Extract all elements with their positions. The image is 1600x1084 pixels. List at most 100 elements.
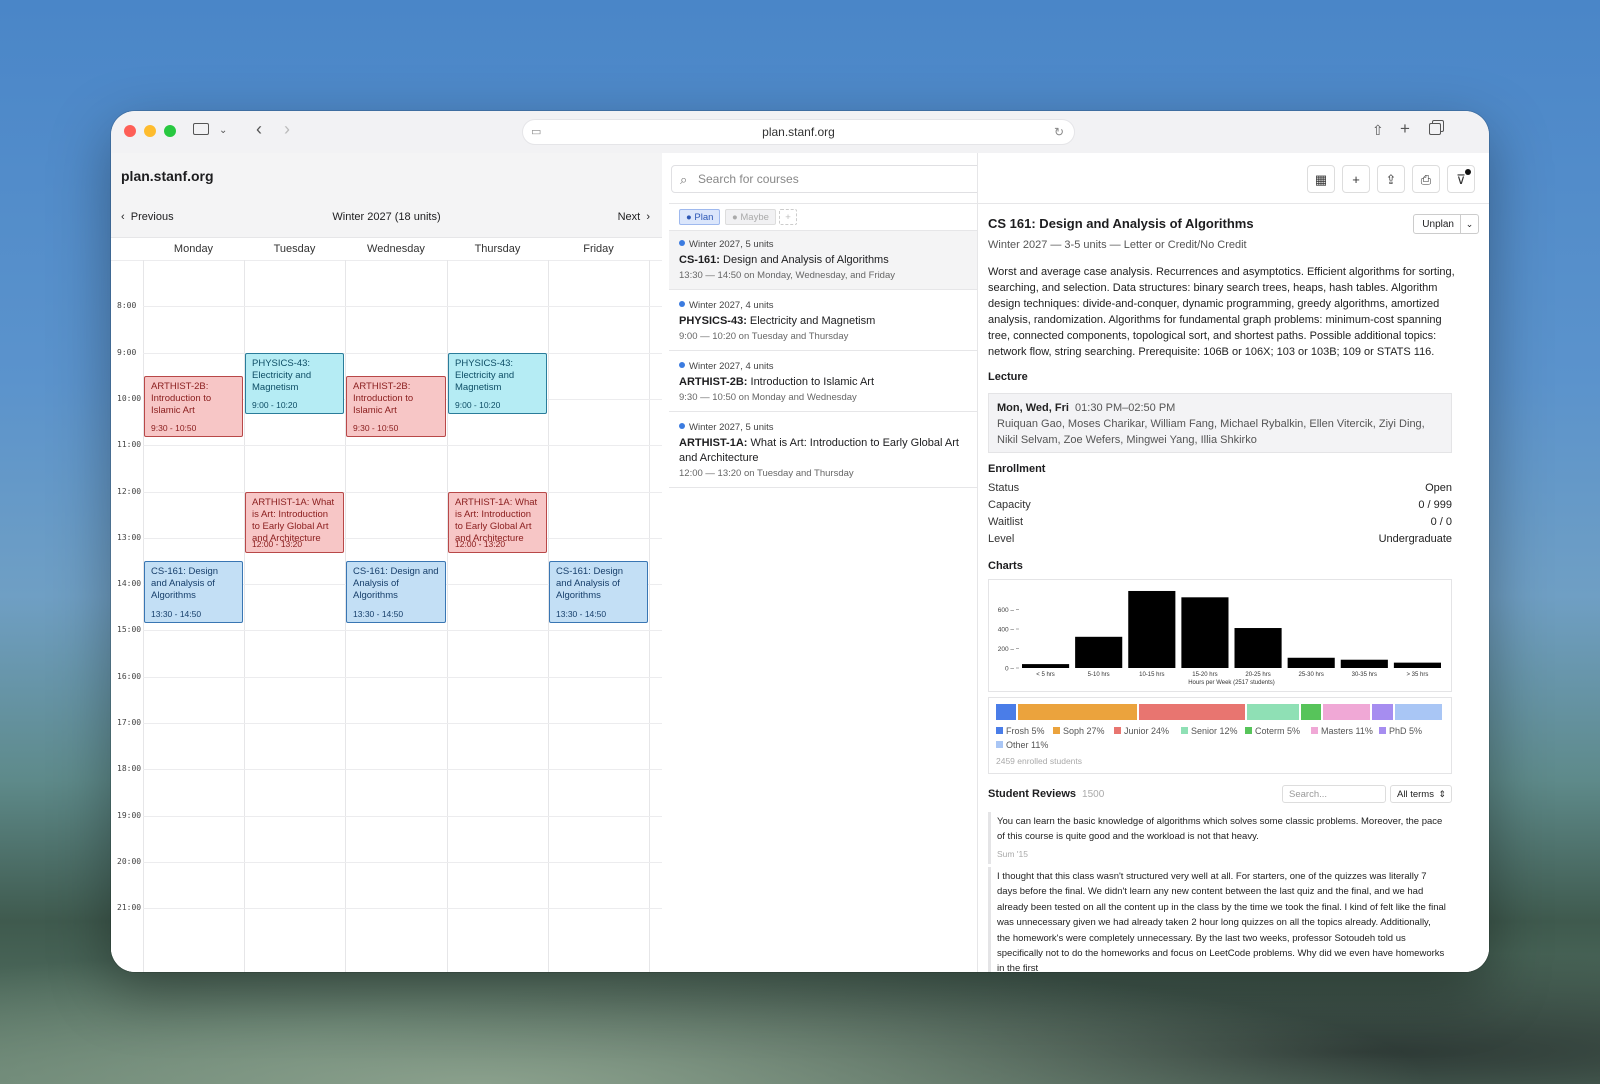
hours-per-week-chart: 0 – 200 – 400 – 600 – < 5 hrs 5-10 hrs 10-15 h…	[998, 590, 1441, 686]
maybe-filter-tab[interactable]: ● Maybe	[725, 209, 776, 225]
forward-icon[interactable]: ›	[284, 120, 290, 138]
calendar-event[interactable]: CS-161: Design and Analysis of Algorithm…	[346, 560, 446, 623]
search-icon: ⌕	[680, 172, 688, 187]
course-time: 9:00 — 10:20 on Tuesday and Thursday	[679, 331, 849, 342]
x-axis-label: Hours per Week (2517 students)	[1188, 680, 1275, 686]
hour-line	[143, 352, 662, 354]
hour-line	[143, 815, 662, 817]
close-window-button[interactable]	[124, 125, 136, 137]
legend-swatch	[1181, 727, 1188, 734]
legend-item: Masters 11%	[1311, 726, 1373, 736]
plan-label: Plan	[694, 212, 714, 223]
minimize-window-button[interactable]	[144, 125, 156, 137]
course-title: Electricity and Magnetism	[746, 315, 876, 327]
legend-item: Soph 27%	[1053, 726, 1105, 736]
event-title: PHYSICS-43: Electricity and Magnetism	[252, 357, 312, 393]
add-list-button[interactable]: +	[779, 209, 797, 225]
chevron-down-icon[interactable]: ⌄	[219, 123, 227, 139]
course-term: Winter 2027, 5 units	[679, 239, 967, 250]
sidebar-toggle-icon[interactable]	[193, 123, 209, 135]
site-settings-icon[interactable]: ▭	[531, 120, 541, 145]
enrollment-heading: Enrollment	[988, 463, 1046, 475]
calendar-event[interactable]: ARTHIST-1A: What is Art: Introduction to…	[245, 491, 344, 554]
zoom-window-button[interactable]	[164, 125, 176, 137]
legend-label: Junior 24%	[1124, 726, 1170, 736]
list-filters: ● Plan ● Maybe +	[669, 203, 977, 231]
hours-bar	[1022, 664, 1070, 668]
filter-icon[interactable]: ⊽	[1447, 165, 1475, 193]
plan-filter-tab[interactable]: ● Plan	[679, 209, 721, 225]
term-title: Winter 2027 (18 units)	[332, 211, 441, 223]
next-label: Next	[617, 211, 641, 223]
back-icon[interactable]: ‹	[256, 120, 262, 138]
event-title: CS-161: Design and Analysis of Algorithm…	[151, 565, 219, 601]
day-header: Thursday	[474, 243, 521, 255]
day-header: Wednesday	[367, 243, 425, 255]
time-label: 15:00	[117, 625, 142, 635]
time-label: 14:00	[117, 579, 142, 589]
calendar-event[interactable]: PHYSICS-43: Electricity and Magnetism 9:0…	[448, 352, 547, 415]
time-label: 12:00	[117, 486, 142, 496]
time-label: 16:00	[117, 671, 142, 681]
course-list-item[interactable]: Winter 2027, 5 units ARTHIST-1A: What is …	[669, 414, 977, 488]
time-label: 18:00	[117, 764, 142, 774]
hour-line	[143, 445, 662, 447]
course-detail: CS 161: Design and Analysis of Algorithm…	[976, 203, 1489, 972]
calendar-event[interactable]: PHYSICS-43: Electricity and Magnetism 9:0…	[245, 352, 344, 415]
legend-item: Coterm 5%	[1245, 726, 1300, 736]
calendar-panel: plan.stanf.org ‹ Previous Winter 2027 (1…	[111, 153, 662, 972]
legend-item: Other 11%	[996, 740, 1048, 750]
calendar-event[interactable]: CS-161: Design and Analysis of Algorithm…	[549, 560, 648, 623]
url-text: plan.stanf.org	[762, 125, 835, 139]
tab-overview-icon[interactable]	[1429, 123, 1441, 135]
course-name: PHYSICS-43: Electricity and Magnetism	[679, 314, 967, 329]
lecture-box: Mon, Wed, Fri 01:30 PM–02:50 PM Ruiquan …	[988, 393, 1452, 453]
legend-label: Frosh 5%	[1006, 726, 1045, 736]
add-icon[interactable]: +	[1342, 165, 1370, 193]
hour-line	[143, 537, 662, 539]
browser-toolbar: ⌄ ‹ › ▭ plan.stanf.org ↻ ⇧ +	[111, 111, 1489, 153]
reviews-search-input[interactable]: Search...	[1282, 785, 1386, 803]
calendar-icon[interactable]: ▦	[1307, 165, 1335, 193]
legend-item: PhD 5%	[1379, 726, 1422, 736]
time-label: 20:00	[117, 856, 142, 866]
lecture-days: Mon, Wed, Fri	[997, 402, 1069, 414]
legend-label: Senior 12%	[1191, 726, 1238, 736]
reviews-term-select[interactable]: All terms ⇕	[1390, 785, 1452, 803]
calendar-event[interactable]: CS-161: Design and Analysis of Algorithm…	[144, 560, 243, 623]
legend-swatch	[1311, 727, 1318, 734]
print-icon[interactable]: ⎙	[1412, 165, 1440, 193]
hour-line	[143, 861, 662, 863]
address-bar[interactable]: ▭ plan.stanf.org ↻	[522, 119, 1075, 145]
unplan-button[interactable]: Unplan ⌄	[1413, 214, 1479, 234]
filter-badge	[1465, 169, 1471, 175]
hours-bar	[1234, 628, 1282, 668]
course-list-item[interactable]: Winter 2027, 5 units CS-161: Design and A…	[669, 231, 977, 290]
legend-item: Senior 12%	[1181, 726, 1238, 736]
hour-line	[143, 491, 662, 493]
course-time: 13:30 — 14:50 on Monday, Wednesday, and …	[679, 270, 895, 281]
event-time: 9:00 - 10:20	[252, 400, 298, 411]
x-tick-label: > 35 hrs	[1407, 672, 1429, 678]
time-label: 9:00	[117, 347, 137, 357]
reload-icon[interactable]: ↻	[1054, 120, 1064, 145]
export-icon[interactable]: ⇪	[1377, 165, 1405, 193]
calendar-event[interactable]: ARTHIST-1A: What is Art: Introduction to…	[448, 491, 547, 554]
calendar-event[interactable]: ARTHIST-2B: Introduction to Islamic Art 9…	[346, 375, 446, 438]
select-arrows-icon: ⇕	[1438, 789, 1446, 799]
chevron-down-icon[interactable]: ⌄	[1460, 215, 1478, 233]
lecture-time: 01:30 PM–02:50 PM	[1075, 402, 1176, 414]
course-code: ARTHIST-2B:	[679, 376, 748, 388]
legend-label: Other 11%	[1006, 740, 1049, 750]
course-list-item[interactable]: Winter 2027, 4 units ARTHIST-2B: Introduc…	[669, 353, 977, 412]
hour-line	[143, 630, 662, 632]
lecture-heading: Lecture	[988, 371, 1028, 383]
share-icon[interactable]: ⇧	[1372, 122, 1384, 138]
course-list-panel: ⌕ Search for courses ● Plan ● Maybe + Wi…	[669, 153, 1129, 972]
calendar-event[interactable]: ARTHIST-2B: Introduction to Islamic Art 9…	[144, 375, 243, 438]
course-term: Winter 2027, 4 units	[679, 300, 967, 311]
new-tab-icon[interactable]: +	[1400, 120, 1410, 137]
next-button[interactable]: Next ›	[618, 211, 650, 223]
course-list-item[interactable]: Winter 2027, 4 units PHYSICS-43: Electric…	[669, 292, 977, 351]
enrollment-value: 0 / 999	[1418, 499, 1452, 511]
